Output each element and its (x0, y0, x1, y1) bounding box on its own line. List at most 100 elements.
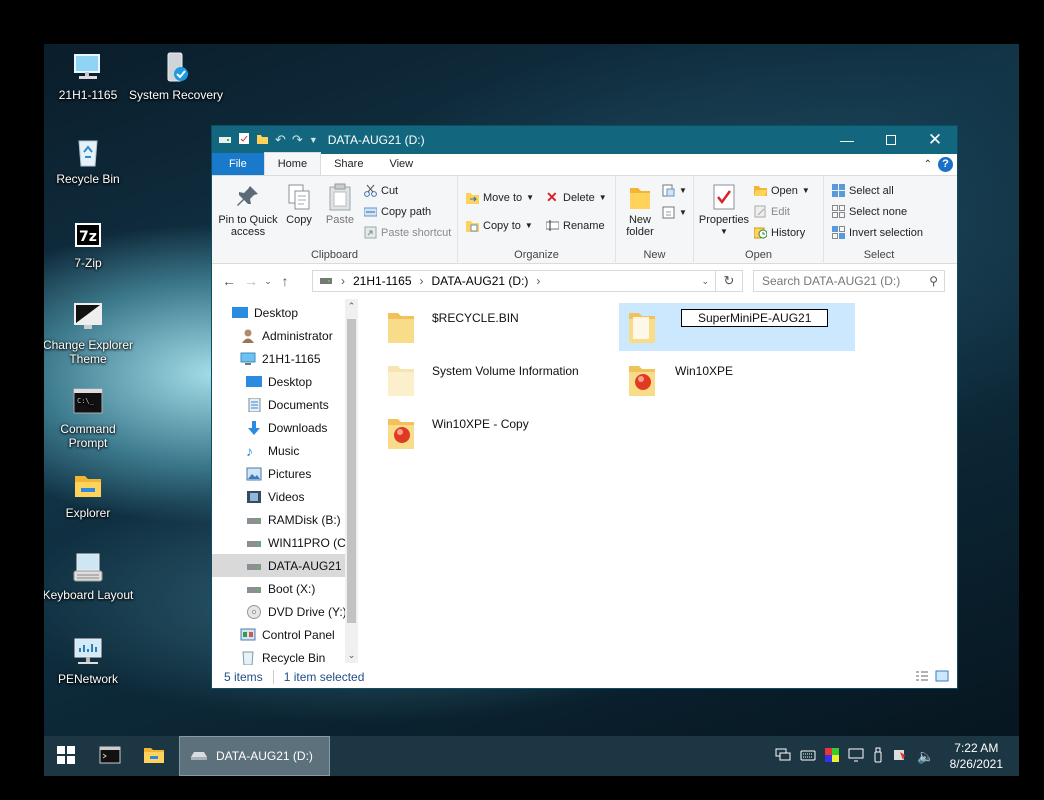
taskbar-explorer[interactable] (132, 736, 176, 776)
collapse-ribbon-icon[interactable]: ⌃ (924, 159, 932, 170)
file-item[interactable]: System Volume Information (378, 356, 614, 404)
network-tray-icon[interactable] (775, 748, 791, 765)
nav-item-data-aug21[interactable]: DATA-AUG21 (D:) (212, 554, 346, 577)
keyboard-tray-icon[interactable] (800, 749, 816, 764)
file-item[interactable]: Win10XPE - Copy (378, 409, 614, 457)
invert-selection-button[interactable]: Invert selection (832, 226, 923, 239)
copy-button[interactable]: Copy (280, 183, 318, 226)
scroll-down-icon[interactable]: ⌄ (345, 650, 358, 661)
clock[interactable]: 7:22 AM 8/26/2021 (950, 740, 1003, 772)
desktop-icon-label: System Recovery (128, 88, 224, 102)
properties-quick-icon[interactable] (238, 132, 250, 148)
file-item[interactable]: Win10XPE (619, 356, 855, 404)
edit-button[interactable]: Edit (754, 205, 790, 218)
copy-to-button[interactable]: Copy to ▼ (466, 219, 533, 232)
copy-path-button[interactable]: Copy path (363, 205, 431, 218)
scrollbar-thumb[interactable] (347, 319, 356, 623)
nav-item-desktop[interactable]: Desktop (212, 370, 346, 393)
nav-item-administrator[interactable]: Administrator (212, 324, 346, 347)
delete-button[interactable]: ✕ Delete ▼ (546, 190, 607, 204)
nav-item-pictures[interactable]: Pictures (212, 462, 346, 485)
forward-button[interactable]: → (240, 273, 262, 289)
volume-tray-icon[interactable]: 🔈 (917, 748, 934, 765)
ribbon-tabs: File Home Share View ⌃ ? (212, 152, 957, 176)
nav-item-control-panel[interactable]: Control Panel (212, 623, 346, 646)
file-item[interactable]: $RECYCLE.BIN (378, 303, 614, 351)
tab-share[interactable]: Share (321, 153, 376, 175)
maximize-button[interactable] (869, 126, 913, 154)
nav-item-computer[interactable]: 21H1-1165 (212, 347, 346, 370)
window-title: DATA-AUG21 (D:) (327, 133, 425, 147)
nav-item-desktop-root[interactable]: Desktop (212, 301, 346, 324)
desktop-icon-keyboard-layout[interactable]: Keyboard Layout (44, 552, 136, 602)
easy-access-button[interactable]: ▼ (662, 206, 687, 219)
breadcrumb[interactable]: DATA-AUG21 (D:) (432, 274, 529, 288)
paste-button[interactable]: Paste (320, 183, 360, 226)
open-button[interactable]: Open ▼ (754, 184, 810, 197)
close-button[interactable]: ✕ (913, 126, 957, 154)
security-tray-icon[interactable] (892, 748, 908, 765)
navigation-scrollbar[interactable]: ⌃ ⌄ (345, 299, 358, 663)
tab-view[interactable]: View (376, 153, 426, 175)
taskbar-window-button[interactable]: DATA-AUG21 (D:) (179, 736, 330, 776)
scroll-up-icon[interactable]: ⌃ (345, 301, 358, 312)
back-button[interactable]: ← (218, 273, 240, 289)
new-folder-quick-icon[interactable] (256, 133, 269, 148)
pin-quick-access-button[interactable]: Pin to Quick access (216, 183, 280, 238)
taskbar-command-prompt[interactable] (88, 736, 132, 776)
tab-home[interactable]: Home (263, 152, 322, 175)
desktop-icon-7zip[interactable]: 7z 7-Zip (44, 220, 136, 270)
customize-qat-icon[interactable]: ▼ (309, 135, 318, 145)
desktop-icon-computer[interactable]: 21H1-1165 (44, 52, 136, 102)
quick-access-toolbar: ↶ ↷ ▼ (212, 132, 318, 148)
nav-item-music[interactable]: ♪ Music (212, 439, 346, 462)
nav-item-boot[interactable]: Boot (X:) (212, 577, 346, 600)
history-button[interactable]: History (753, 226, 805, 239)
desktop-icon-explorer[interactable]: Explorer (44, 470, 136, 520)
new-folder-button[interactable]: New folder (622, 183, 658, 238)
desktop-icon-penetwork[interactable]: PENetwork (44, 636, 136, 686)
nav-item-dvd-drive[interactable]: DVD Drive (Y:) (212, 600, 346, 623)
minimize-button[interactable]: — (825, 126, 869, 154)
address-dropdown-icon[interactable]: ⌄ (701, 276, 709, 287)
details-view-icon[interactable] (915, 670, 929, 685)
nav-item-videos[interactable]: Videos (212, 485, 346, 508)
paste-shortcut-button[interactable]: Paste shortcut (364, 226, 451, 239)
select-group: Select all Select none Invert selection … (824, 176, 934, 264)
color-tray-icon[interactable] (825, 747, 840, 765)
help-icon[interactable]: ? (938, 157, 953, 172)
folder-icon (71, 470, 105, 502)
rename-input[interactable]: SuperMiniPE-AUG21 (681, 309, 829, 327)
undo-icon[interactable]: ↶ (275, 132, 286, 148)
desktop-icon-command-prompt[interactable]: C:\_ Command Prompt (44, 386, 136, 450)
select-none-button[interactable]: Select none (832, 205, 907, 218)
start-button[interactable] (44, 736, 88, 776)
desktop-icon-change-explorer-theme[interactable]: Change Explorer Theme (44, 302, 136, 366)
search-input[interactable]: Search DATA-AUG21 (D:) ⚲ (753, 270, 945, 292)
desktop-icon-system-recovery[interactable]: System Recovery (128, 52, 224, 102)
select-all-button[interactable]: Select all (832, 184, 894, 197)
rename-button[interactable]: Rename (545, 219, 605, 232)
display-tray-icon[interactable] (848, 748, 864, 765)
nav-item-win11pro[interactable]: WIN11PRO (C:) (212, 531, 346, 554)
move-to-button[interactable]: Move to ▼ (466, 191, 534, 204)
explorer-window: ↶ ↷ ▼ DATA-AUG21 (D:) — ✕ File Home Shar… (211, 125, 958, 689)
up-button[interactable]: ↑ (274, 273, 296, 289)
scissors-icon (364, 184, 377, 197)
breadcrumb[interactable]: 21H1-1165 (353, 274, 412, 288)
usb-tray-icon[interactable] (873, 747, 883, 766)
recent-locations-button[interactable]: ⌄ (262, 276, 274, 287)
tab-file[interactable]: File (212, 153, 264, 175)
redo-icon[interactable]: ↷ (292, 132, 303, 148)
nav-item-downloads[interactable]: Downloads (212, 416, 346, 439)
large-icons-view-icon[interactable] (935, 670, 949, 685)
nav-item-ramdisk[interactable]: RAMDisk (B:) (212, 508, 346, 531)
cut-button[interactable]: Cut (364, 184, 398, 197)
new-item-button[interactable]: ▼ (662, 184, 687, 197)
properties-button[interactable]: Properties ▼ (698, 183, 750, 238)
nav-item-documents[interactable]: Documents (212, 393, 346, 416)
refresh-button[interactable]: ↻ (716, 270, 743, 292)
file-item-selected[interactable]: SuperMiniPE-AUG21 (619, 303, 855, 351)
desktop-icon-recycle-bin[interactable]: Recycle Bin (44, 136, 136, 186)
address-bar[interactable]: › 21H1-1165 › DATA-AUG21 (D:) › ⌄ (312, 270, 716, 292)
